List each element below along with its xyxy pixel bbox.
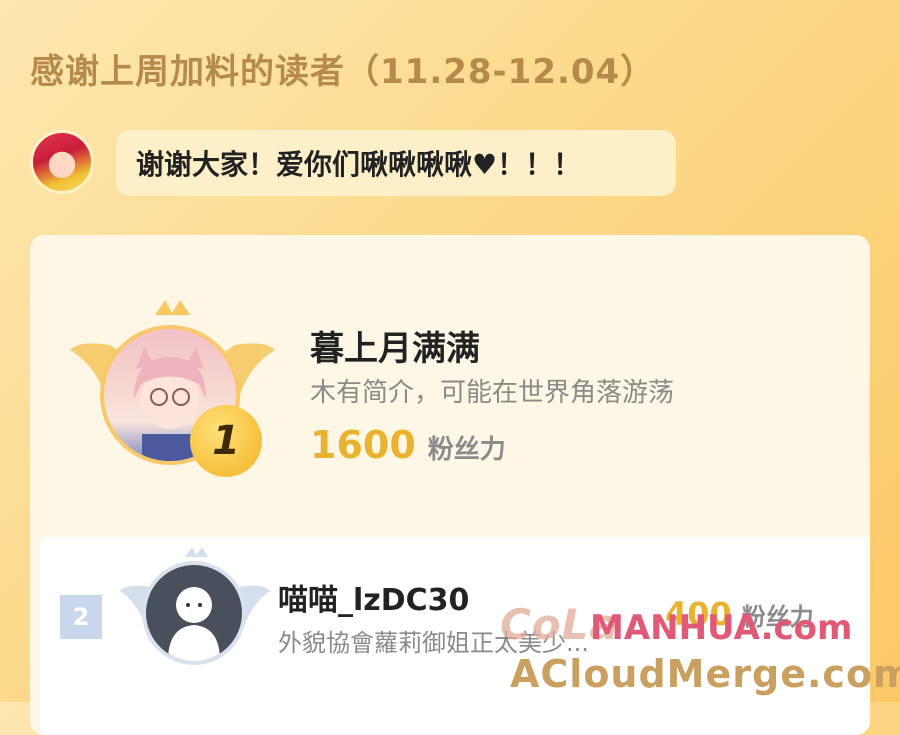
- author-avatar[interactable]: [30, 130, 94, 194]
- rank-1-fans-value: 1600: [310, 423, 416, 467]
- watermark-sub: ACloudMerge.com: [510, 652, 900, 696]
- rank-1-badge: 1: [190, 405, 262, 477]
- rank-1-fans: 1600 粉丝力: [310, 423, 506, 467]
- rank-1-name[interactable]: 暮上月满满: [310, 321, 480, 370]
- page-title: 感谢上周加料的读者（11.28-12.04）: [30, 52, 656, 92]
- rank-1-intro: 木有简介，可能在世界角落游荡: [310, 378, 675, 408]
- rank-1-fans-unit: 粉丝力: [427, 435, 506, 465]
- author-message-row: 谢谢大家！爱你们啾啾啾啾♥！！！: [30, 130, 690, 196]
- author-message-bubble: 谢谢大家！爱你们啾啾啾啾♥！！！: [116, 130, 676, 196]
- rank-2-name[interactable]: 喵喵_lzDC30: [278, 575, 469, 619]
- default-user-icon: [168, 587, 220, 661]
- rank-2-avatar[interactable]: [142, 561, 246, 665]
- rank-2-badge: 2: [60, 595, 102, 639]
- watermark-main: MANHUA.com: [590, 608, 853, 648]
- rank-1-entry[interactable]: 1 暮上月满满 木有简介，可能在世界角落游荡 1600 粉丝力: [30, 235, 870, 535]
